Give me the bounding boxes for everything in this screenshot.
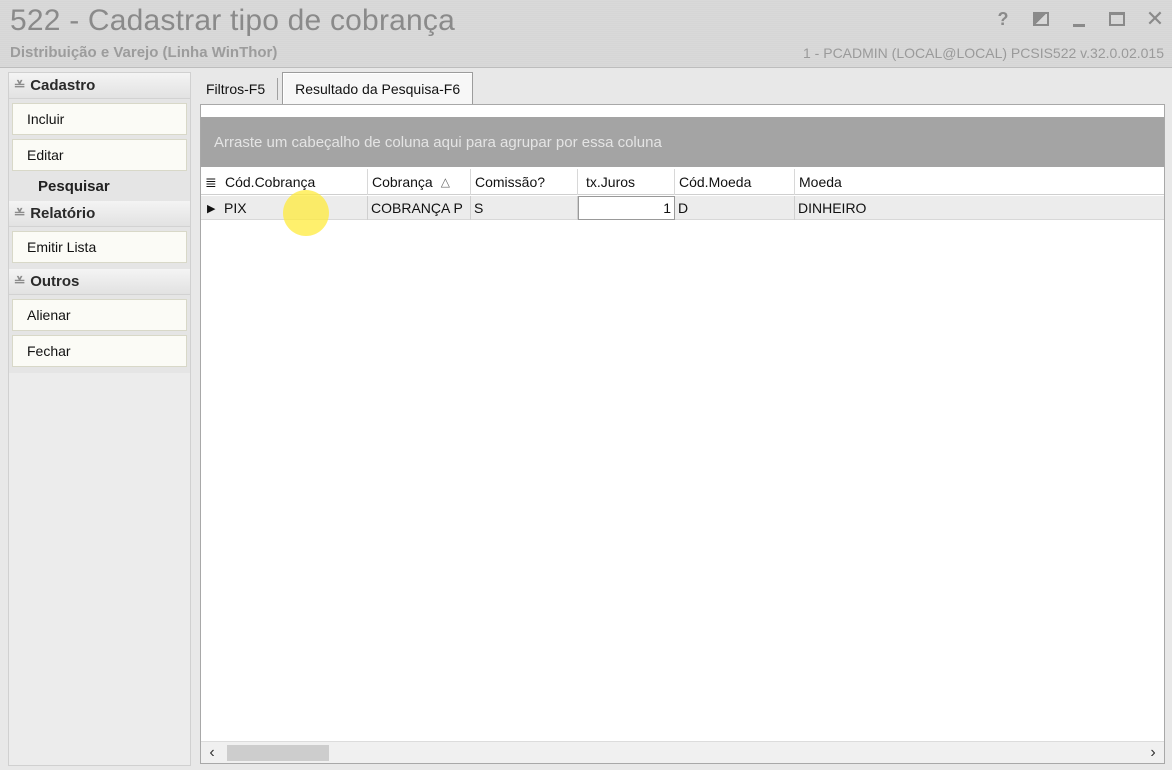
- group-label: Outros: [30, 273, 80, 290]
- editar-button[interactable]: Editar: [12, 139, 187, 171]
- scroll-track[interactable]: [223, 742, 1142, 764]
- tab-filtros[interactable]: Filtros-F5: [194, 74, 277, 104]
- row-indicator-icon: ▶: [207, 202, 216, 215]
- chevron-collapse-icon: ≚: [13, 80, 26, 92]
- tab-divider: [277, 78, 279, 100]
- column-header-label: Cód.Moeda: [679, 174, 752, 190]
- window-controls: ? ✕: [992, 8, 1166, 30]
- restore-icon: [1033, 12, 1049, 26]
- group-items-relatorio: Emitir Lista: [9, 227, 190, 269]
- column-header-comissao[interactable]: Comissão?: [471, 169, 578, 195]
- group-label: Relatório: [30, 205, 96, 222]
- minimize-button[interactable]: [1068, 8, 1090, 30]
- column-header-label: Comissão?: [475, 174, 546, 190]
- column-header-label: Cobrança: [372, 174, 433, 190]
- group-items-outros: Alienar Fechar: [9, 295, 190, 373]
- cell-cod-cobranca[interactable]: PIX: [221, 196, 368, 220]
- tab-resultado-pesquisa[interactable]: Resultado da Pesquisa-F6: [282, 72, 474, 104]
- restore-button[interactable]: [1030, 8, 1052, 30]
- chevron-collapse-icon: ≚: [13, 208, 26, 220]
- title-bar: 522 - Cadastrar tipo de cobrança Distrib…: [0, 0, 1172, 68]
- results-grid: Arraste um cabeçalho de coluna aqui para…: [200, 104, 1165, 764]
- close-icon: ✕: [1145, 6, 1165, 31]
- group-header-cadastro[interactable]: ≚ Cadastro: [9, 73, 190, 99]
- cell-cod-moeda[interactable]: D: [675, 196, 795, 220]
- alienar-button[interactable]: Alienar: [12, 299, 187, 331]
- chevron-collapse-icon: ≚: [13, 276, 26, 288]
- scroll-thumb[interactable]: [227, 744, 329, 761]
- scroll-right-icon[interactable]: ›: [1142, 742, 1164, 764]
- column-header-label: Moeda: [799, 174, 842, 190]
- table-row[interactable]: ▶ PIX COBRANÇA P S 1 D DINHEIRO: [201, 196, 1164, 220]
- pesquisar-item[interactable]: Pesquisar: [12, 175, 187, 197]
- fechar-button[interactable]: Fechar: [12, 335, 187, 367]
- column-chooser-icon[interactable]: ≣: [201, 169, 221, 195]
- maximize-button[interactable]: [1106, 8, 1128, 30]
- group-header-outros[interactable]: ≚ Outros: [9, 269, 190, 295]
- grid-header: ≣ Cód.Cobrança Cobrança △ Comissão? tx.J…: [201, 169, 1164, 195]
- column-header-cobranca[interactable]: Cobrança △: [368, 169, 471, 195]
- cell-moeda[interactable]: DINHEIRO: [795, 196, 1160, 220]
- column-header-moeda[interactable]: Moeda: [795, 169, 1160, 195]
- close-button[interactable]: ✕: [1144, 8, 1166, 30]
- group-header-relatorio[interactable]: ≚ Relatório: [9, 201, 190, 227]
- tab-strip: Filtros-F5 Resultado da Pesquisa-F6: [194, 72, 474, 104]
- window-subtitle: Distribuição e Varejo (Linha WinThor): [10, 44, 278, 61]
- maximize-icon: [1109, 12, 1125, 26]
- group-by-panel[interactable]: Arraste um cabeçalho de coluna aqui para…: [201, 117, 1164, 167]
- cell-cobranca[interactable]: COBRANÇA P: [368, 196, 471, 220]
- cell-tx-juros[interactable]: 1: [578, 196, 675, 220]
- column-header-label: tx.Juros: [586, 174, 636, 190]
- horizontal-scrollbar[interactable]: ‹ ›: [201, 741, 1164, 763]
- cell-comissao[interactable]: S: [471, 196, 578, 220]
- group-label: Cadastro: [30, 77, 96, 94]
- column-header-label: Cód.Cobrança: [225, 174, 316, 190]
- user-info: 1 - PCADMIN (LOCAL@LOCAL) PCSIS522 v.32.…: [803, 45, 1164, 61]
- help-button[interactable]: ?: [992, 8, 1014, 30]
- column-header-cod-moeda[interactable]: Cód.Moeda: [675, 169, 795, 195]
- sidebar: ≚ Cadastro Incluir Editar Pesquisar ≚ Re…: [8, 72, 191, 766]
- emitir-lista-button[interactable]: Emitir Lista: [12, 231, 187, 263]
- minimize-icon: [1073, 23, 1085, 27]
- sort-ascending-icon: △: [440, 175, 450, 189]
- column-header-tx-juros[interactable]: tx.Juros: [578, 169, 675, 195]
- group-items-cadastro: Incluir Editar Pesquisar: [9, 99, 190, 201]
- window-title: 522 - Cadastrar tipo de cobrança: [10, 4, 455, 37]
- incluir-button[interactable]: Incluir: [12, 103, 187, 135]
- column-header-cod-cobranca[interactable]: Cód.Cobrança: [221, 169, 368, 195]
- scroll-left-icon[interactable]: ‹: [201, 742, 223, 764]
